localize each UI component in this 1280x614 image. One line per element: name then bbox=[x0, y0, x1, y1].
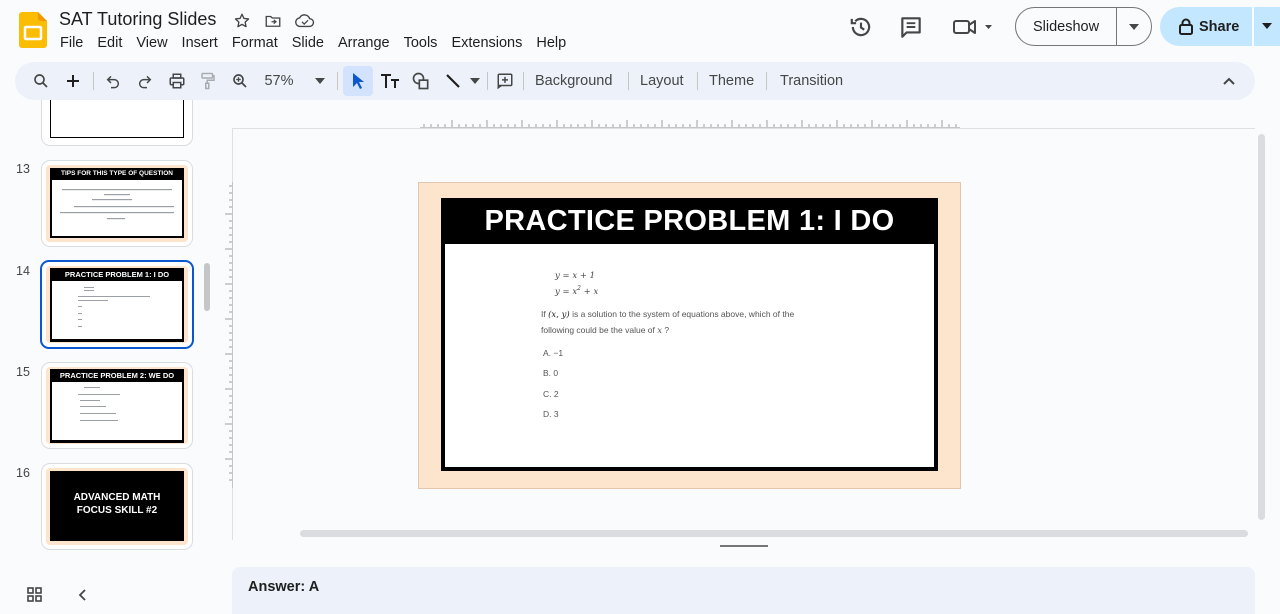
cloud-saved-icon[interactable] bbox=[295, 12, 315, 30]
zoom-level[interactable]: 57% bbox=[259, 69, 299, 93]
star-icon[interactable] bbox=[233, 12, 251, 30]
menu-view[interactable]: View bbox=[129, 33, 174, 53]
menu-arrange[interactable]: Arrange bbox=[331, 33, 397, 53]
slide-content-frame[interactable]: PRACTICE PROBLEM 1: I DO y = x + 1 y = x… bbox=[441, 198, 938, 471]
print-icon[interactable] bbox=[165, 69, 189, 93]
layout-button[interactable]: Layout bbox=[640, 69, 684, 93]
transition-button[interactable]: Transition bbox=[780, 69, 843, 93]
slideshow-options-caret-icon[interactable] bbox=[1117, 8, 1151, 45]
speaker-notes-text[interactable]: Answer: A bbox=[248, 579, 319, 595]
answer-choice-b: B. 0 bbox=[543, 368, 559, 378]
editor-horizontal-scrollbar[interactable] bbox=[300, 530, 1248, 537]
slides-logo-icon[interactable] bbox=[19, 12, 47, 48]
answer-choice-a: A. −1 bbox=[543, 348, 564, 358]
menu-format[interactable]: Format bbox=[225, 33, 285, 53]
line-icon[interactable] bbox=[441, 69, 465, 93]
insert-comment-icon[interactable] bbox=[493, 69, 517, 93]
version-history-icon[interactable] bbox=[848, 14, 874, 40]
slide-thumbnail-15[interactable]: PRACTICE PROBLEM 2: WE DO bbox=[41, 362, 193, 449]
menu-extensions[interactable]: Extensions bbox=[444, 33, 529, 53]
slide-thumbnail-13[interactable]: TIPS FOR THIS TYPE OF QUESTION bbox=[41, 160, 193, 247]
notes-resize-handle[interactable] bbox=[720, 545, 768, 547]
menu-bar: File Edit View Insert Format Slide Arran… bbox=[53, 33, 573, 53]
share-button[interactable]: Share bbox=[1160, 7, 1280, 46]
text-box-icon[interactable] bbox=[377, 69, 403, 93]
slide-number: 15 bbox=[16, 365, 30, 379]
thumbnail-title: PRACTICE PROBLEM 1: I DO bbox=[64, 270, 170, 279]
shape-icon[interactable] bbox=[409, 69, 433, 93]
vertical-ruler bbox=[223, 182, 233, 488]
question-line-1: If (x, y) is a solution to the system of… bbox=[541, 309, 795, 320]
slide-thumbnail-12[interactable] bbox=[41, 100, 193, 146]
slideshow-button[interactable]: Slideshow bbox=[1015, 7, 1152, 46]
filmstrip-scrollbar[interactable] bbox=[204, 263, 210, 311]
slide-number: 16 bbox=[16, 466, 30, 480]
menu-slide[interactable]: Slide bbox=[285, 33, 331, 53]
slide-thumbnail-16[interactable]: ADVANCED MATH FOCUS SKILL #2 bbox=[41, 463, 193, 550]
slide-body[interactable]: y = x + 1 y = x2 + x If (x, y) is a solu… bbox=[445, 244, 934, 467]
slide-title[interactable]: PRACTICE PROBLEM 1: I DO bbox=[441, 198, 938, 244]
move-to-folder-icon[interactable] bbox=[264, 12, 282, 30]
line-dropdown-caret-icon[interactable] bbox=[467, 69, 483, 93]
slide-number: 13 bbox=[16, 162, 30, 176]
zoom-icon[interactable] bbox=[228, 69, 252, 93]
toolbar: 57% Background Layout Theme Transition bbox=[15, 62, 1255, 100]
equation-1: y = x + 1 bbox=[555, 271, 596, 281]
thumbnail-title: ADVANCED MATH FOCUS SKILL #2 bbox=[73, 492, 161, 516]
answer-choice-d: D. 3 bbox=[543, 409, 559, 419]
slideshow-label[interactable]: Slideshow bbox=[1016, 8, 1117, 45]
share-label: Share bbox=[1199, 18, 1240, 35]
background-button[interactable]: Background bbox=[535, 69, 612, 93]
document-title[interactable]: SAT Tutoring Slides bbox=[59, 9, 216, 30]
lock-icon bbox=[1179, 18, 1193, 35]
zoom-dropdown-caret-icon[interactable] bbox=[312, 69, 328, 93]
undo-icon[interactable] bbox=[101, 69, 125, 93]
comments-icon[interactable] bbox=[898, 14, 924, 40]
speaker-notes-panel[interactable]: Answer: A bbox=[232, 567, 1255, 614]
new-slide-plus-icon[interactable] bbox=[61, 69, 85, 93]
meet-call-button[interactable] bbox=[952, 16, 996, 38]
theme-button[interactable]: Theme bbox=[709, 69, 754, 93]
share-options-caret-icon[interactable] bbox=[1262, 23, 1272, 29]
question-line-2: following could be the value of x ? bbox=[541, 325, 670, 336]
paint-format-icon[interactable] bbox=[196, 69, 220, 93]
thumbnail-title: TIPS FOR THIS TYPE OF QUESTION bbox=[61, 170, 173, 177]
select-tool-icon[interactable] bbox=[343, 66, 373, 96]
collapse-toolbar-chevron-up-icon[interactable] bbox=[1217, 69, 1241, 93]
editor-vertical-scrollbar[interactable] bbox=[1258, 134, 1265, 520]
menu-edit[interactable]: Edit bbox=[90, 33, 129, 53]
menu-tools[interactable]: Tools bbox=[397, 33, 445, 53]
slide-number: 14 bbox=[16, 264, 30, 278]
video-camera-icon bbox=[953, 20, 976, 34]
grid-view-icon[interactable] bbox=[26, 586, 44, 604]
answer-choice-c: C. 2 bbox=[543, 389, 559, 399]
collapse-filmstrip-chevron-left-icon[interactable] bbox=[77, 588, 89, 602]
thumbnail-title: PRACTICE PROBLEM 2: WE DO bbox=[59, 371, 175, 380]
menu-help[interactable]: Help bbox=[529, 33, 573, 53]
menu-file[interactable]: File bbox=[53, 33, 90, 53]
search-menus-icon[interactable] bbox=[29, 69, 53, 93]
horizontal-ruler bbox=[420, 117, 960, 128]
slide-thumbnail-14-selected[interactable]: PRACTICE PROBLEM 1: I DO bbox=[40, 260, 194, 349]
redo-icon[interactable] bbox=[133, 69, 157, 93]
equation-2: y = x2 + x bbox=[555, 285, 599, 297]
menu-insert[interactable]: Insert bbox=[175, 33, 225, 53]
